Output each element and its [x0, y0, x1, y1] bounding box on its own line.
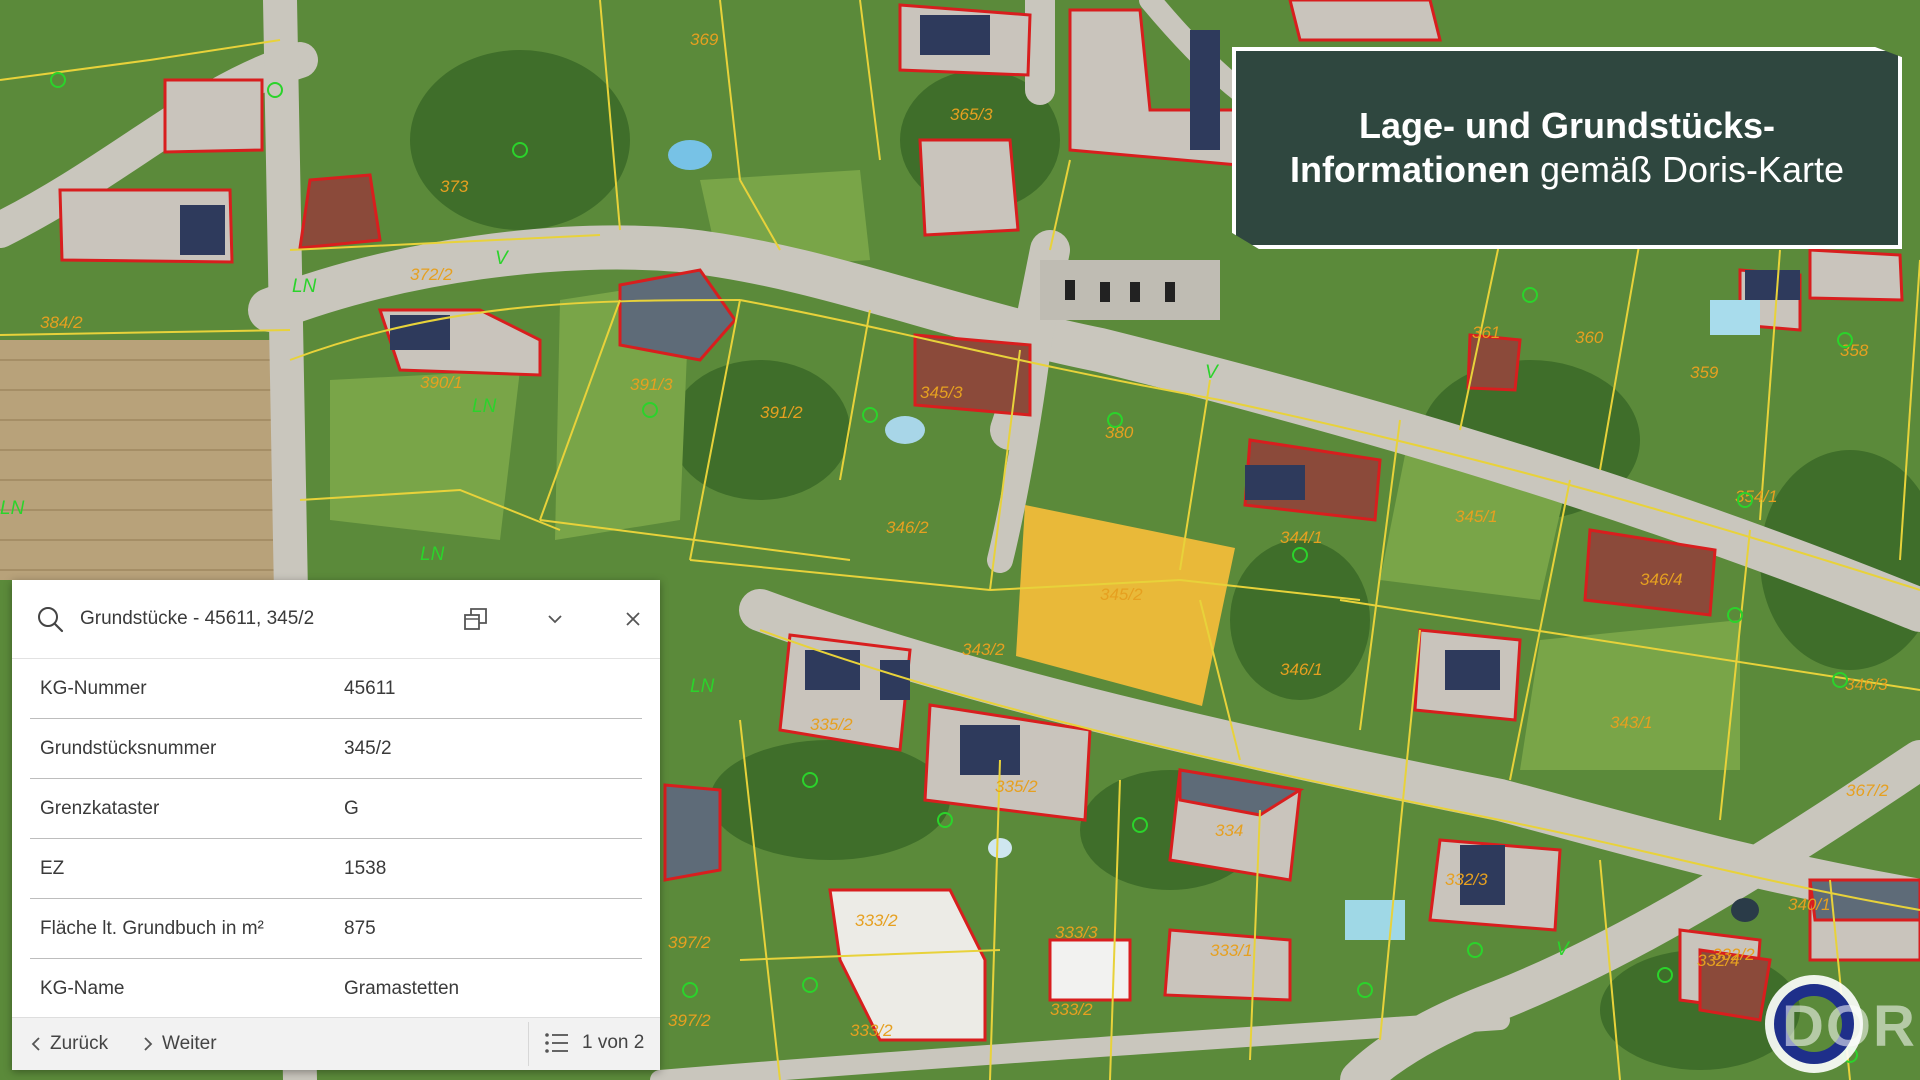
parcel-label: 391/3 [630, 375, 673, 394]
table-row: Grundstücksnummer 345/2 [30, 719, 642, 779]
parcel-label: 345/3 [920, 383, 963, 402]
parcel-label: 373 [440, 177, 469, 196]
parcel-label: 335/2 [810, 715, 853, 734]
parcel-label: 332/2 [1712, 945, 1755, 964]
chevron-right-icon [144, 1037, 153, 1051]
parcel-label: 345/2 [1100, 585, 1143, 604]
parcel-label: 333/2 [1050, 1000, 1093, 1019]
building [1466, 333, 1522, 392]
table-row: EZ 1538 [30, 839, 642, 899]
land-use-label: LN [0, 498, 25, 519]
panel-header: Grundstücke - 45611, 345/2 [12, 580, 660, 659]
result-pager[interactable]: 1 von 2 [544, 1030, 644, 1056]
table-row: KG-Name Gramastetten [30, 959, 642, 1018]
row-value: Gramastetten [344, 977, 460, 999]
parcel-label: 397/2 [668, 1011, 711, 1030]
parcel-label: 346/3 [1845, 675, 1888, 694]
row-label: KG-Name [40, 977, 125, 999]
parcel-label: 369 [690, 30, 719, 49]
parcel-label: 365/3 [950, 105, 993, 124]
parcel-label: 333/3 [1055, 923, 1098, 942]
chevron-down-icon [548, 615, 562, 624]
parcel-label: 346/2 [886, 518, 929, 537]
parcel-label: 346/4 [1640, 570, 1683, 589]
row-value: 1538 [344, 857, 387, 879]
row-value: 45611 [344, 677, 396, 699]
parcel-label: 333/2 [850, 1021, 893, 1040]
next-label: Weiter [162, 1033, 217, 1054]
building [1048, 938, 1132, 1002]
row-value: 345/2 [344, 737, 392, 759]
parcel-label: 335/2 [995, 777, 1038, 796]
doris-logo: DORIS [1765, 975, 1920, 1073]
land-use-label: LN [420, 544, 445, 565]
title-line1: Lage- und Grundstücks- [1358, 105, 1776, 146]
title-text: Lage- und Grundstücks- Informationen gem… [1290, 104, 1844, 192]
row-label: KG-Nummer [40, 677, 147, 699]
parcel-label: 372/2 [410, 265, 453, 284]
title-line2-rest: gemäß Doris-Karte [1529, 149, 1845, 190]
row-value: G [344, 797, 359, 819]
land-use-label: LN [690, 676, 715, 697]
collapse-button[interactable] [540, 604, 570, 634]
parcel-label: 333/1 [1210, 941, 1253, 960]
parcel-label: 397/2 [668, 933, 711, 952]
parcel-label: 332/3 [1445, 870, 1488, 889]
parcel-info-panel: Grundstücke - 45611, 345/2 KG-Nummer 456… [12, 580, 660, 1070]
parcel-label: 360 [1575, 328, 1604, 347]
footer-divider [528, 1022, 529, 1066]
parcel-label: 390/1 [420, 373, 463, 392]
land-use-label: LN [472, 396, 497, 417]
title-banner: Lage- und Grundstücks- Informationen gem… [1232, 47, 1902, 249]
window-restore-icon [464, 608, 487, 630]
parcel-label: 345/1 [1455, 507, 1498, 526]
row-label: Grenzkataster [40, 797, 160, 819]
row-label: Fläche lt. Grundbuch in m² [40, 917, 264, 939]
attribute-table: KG-Nummer 45611 Grundstücksnummer 345/2 … [12, 659, 660, 1018]
panel-footer: Zurück Weiter 1 von 2 [12, 1017, 660, 1070]
close-button[interactable] [618, 604, 648, 634]
parcel-label: 358 [1840, 341, 1869, 360]
title-line2-bold: Informationen [1289, 149, 1530, 190]
parcel-label: 367/2 [1846, 781, 1889, 800]
list-icon [545, 1033, 568, 1053]
window-restore-button[interactable] [461, 604, 491, 634]
search-icon[interactable] [36, 605, 64, 633]
table-row: Fläche lt. Grundbuch in m² 875 [30, 899, 642, 959]
table-row: Grenzkataster G [30, 779, 642, 839]
building [1808, 248, 1904, 302]
parcel-label: 361 [1472, 323, 1500, 342]
prev-label: Zurück [50, 1033, 109, 1054]
row-label: EZ [40, 857, 65, 879]
chevron-left-icon [31, 1037, 40, 1051]
table-row: KG-Nummer 45611 [30, 659, 642, 719]
prev-button[interactable]: Zurück [30, 1033, 108, 1055]
parcel-label: 354/1 [1735, 487, 1778, 506]
parcel-label: 346/1 [1280, 660, 1323, 679]
building [918, 138, 1020, 237]
parcel-label: 333/2 [855, 911, 898, 930]
parcel-label: 391/2 [760, 403, 803, 422]
farm-field [0, 340, 290, 580]
logo-text: DORIS [1782, 994, 1920, 1059]
parcel-label: 344/1 [1280, 528, 1323, 547]
panel-title: Grundstücke - 45611, 345/2 [80, 608, 315, 629]
building [663, 783, 722, 882]
parcel-label: 340/1 [1788, 895, 1831, 914]
parcel-label: 384/2 [40, 313, 83, 332]
parcel-label: 343/2 [962, 640, 1005, 659]
parcel-label: 343/1 [1610, 713, 1653, 732]
land-use-label: LN [292, 276, 317, 297]
building [298, 173, 382, 250]
building [1288, 0, 1442, 42]
row-value: 875 [344, 917, 376, 939]
parcel-label: 359 [1690, 363, 1719, 382]
pager-label: 1 von 2 [582, 1032, 645, 1053]
close-icon [626, 612, 640, 626]
building [163, 78, 264, 154]
next-button[interactable]: Weiter [142, 1033, 217, 1055]
row-label: Grundstücksnummer [40, 737, 217, 759]
parcel-label: 334 [1215, 821, 1243, 840]
